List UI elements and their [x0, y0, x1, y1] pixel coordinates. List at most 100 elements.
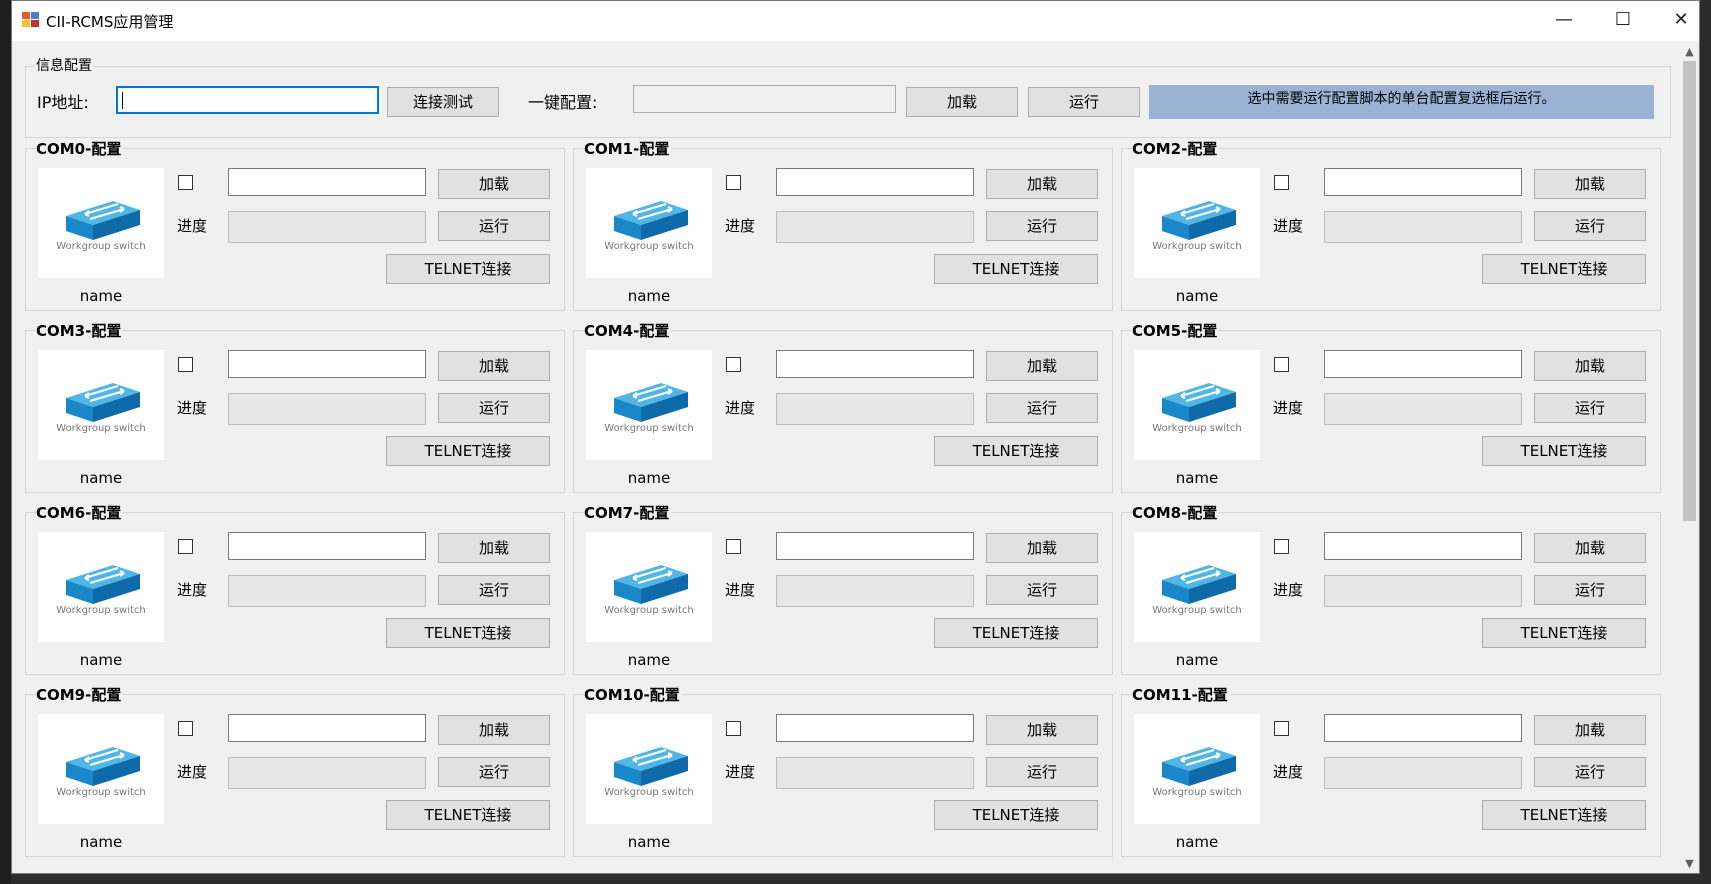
device-name-label: name — [627, 287, 671, 305]
telnet-connect-button[interactable]: TELNET连接 — [1482, 618, 1646, 648]
workgroup-switch-icon: Workgroup switch — [1134, 350, 1260, 460]
load-button[interactable]: 加载 — [1534, 715, 1646, 745]
run-button[interactable]: 运行 — [986, 575, 1098, 605]
progress-bar — [776, 757, 974, 789]
com-panel-title: COM6-配置 — [36, 502, 124, 523]
oneclick-config-field[interactable] — [633, 85, 896, 113]
run-button[interactable]: 运行 — [986, 211, 1098, 241]
script-file-input[interactable] — [776, 532, 974, 560]
run-select-checkbox[interactable] — [1274, 539, 1289, 554]
load-button[interactable]: 加载 — [438, 351, 550, 381]
run-button[interactable]: 运行 — [986, 393, 1098, 423]
progress-label: 进度 — [177, 763, 208, 781]
device-name-label: name — [79, 833, 123, 851]
run-select-checkbox[interactable] — [178, 357, 193, 372]
load-button[interactable]: 加载 — [1534, 169, 1646, 199]
run-button[interactable]: 运行 — [1534, 575, 1646, 605]
progress-bar — [228, 575, 426, 607]
load-button[interactable]: 加载 — [986, 533, 1098, 563]
script-file-input[interactable] — [228, 532, 426, 560]
script-file-input[interactable] — [1324, 168, 1522, 196]
telnet-connect-button[interactable]: TELNET连接 — [386, 254, 550, 284]
workgroup-switch-icon: Workgroup switch — [38, 168, 164, 278]
run-select-checkbox[interactable] — [1274, 175, 1289, 190]
info-config-legend: 信息配置 — [34, 55, 94, 75]
com-panel-title: COM2-配置 — [1132, 138, 1220, 159]
telnet-connect-button[interactable]: TELNET连接 — [1482, 254, 1646, 284]
run-select-checkbox[interactable] — [178, 721, 193, 736]
script-file-input[interactable] — [776, 350, 974, 378]
progress-label: 进度 — [725, 581, 756, 599]
progress-bar — [228, 393, 426, 425]
device-caption: Workgroup switch — [56, 423, 146, 434]
run-button[interactable]: 运行 — [438, 575, 550, 605]
progress-label: 进度 — [1273, 399, 1304, 417]
scroll-up-icon[interactable]: ▲ — [1680, 43, 1699, 61]
script-file-input[interactable] — [1324, 714, 1522, 742]
progress-bar — [1324, 575, 1522, 607]
oneclick-load-button[interactable]: 加载 — [906, 87, 1018, 117]
load-button[interactable]: 加载 — [438, 533, 550, 563]
run-select-checkbox[interactable] — [726, 721, 741, 736]
run-button[interactable]: 运行 — [438, 393, 550, 423]
com-panel-title: COM11-配置 — [1132, 684, 1230, 705]
telnet-connect-button[interactable]: TELNET连接 — [934, 254, 1098, 284]
oneclick-run-button[interactable]: 运行 — [1028, 87, 1140, 117]
run-button[interactable]: 运行 — [1534, 757, 1646, 787]
com-panel-title: COM1-配置 — [584, 138, 672, 159]
load-button[interactable]: 加载 — [986, 351, 1098, 381]
load-button[interactable]: 加载 — [1534, 533, 1646, 563]
run-button[interactable]: 运行 — [438, 757, 550, 787]
workgroup-switch-icon: Workgroup switch — [1134, 532, 1260, 642]
telnet-connect-button[interactable]: TELNET连接 — [934, 800, 1098, 830]
run-button[interactable]: 运行 — [986, 757, 1098, 787]
hint-message: 选中需要运行配置脚本的单台配置复选框后运行。 — [1149, 85, 1654, 119]
device-name-label: name — [79, 651, 123, 669]
progress-bar — [776, 575, 974, 607]
telnet-connect-button[interactable]: TELNET连接 — [1482, 800, 1646, 830]
script-file-input[interactable] — [228, 168, 426, 196]
maximize-button[interactable]: ☐ — [1594, 1, 1652, 41]
telnet-connect-button[interactable]: TELNET连接 — [386, 436, 550, 466]
run-select-checkbox[interactable] — [726, 539, 741, 554]
scroll-down-icon[interactable]: ▼ — [1680, 855, 1699, 873]
vertical-scrollbar[interactable]: ▲ ▼ — [1680, 41, 1699, 873]
telnet-connect-button[interactable]: TELNET连接 — [386, 618, 550, 648]
telnet-connect-button[interactable]: TELNET连接 — [1482, 436, 1646, 466]
connection-test-button[interactable]: 连接测试 — [387, 87, 499, 117]
script-file-input[interactable] — [228, 714, 426, 742]
run-button[interactable]: 运行 — [438, 211, 550, 241]
device-caption: Workgroup switch — [56, 787, 146, 798]
run-button[interactable]: 运行 — [1534, 393, 1646, 423]
script-file-input[interactable] — [1324, 532, 1522, 560]
load-button[interactable]: 加载 — [986, 169, 1098, 199]
close-button[interactable]: ✕ — [1652, 1, 1699, 41]
minimize-button[interactable]: — — [1535, 1, 1593, 41]
com-panel-title: COM3-配置 — [36, 320, 124, 341]
scrollbar-thumb[interactable] — [1683, 61, 1696, 521]
run-select-checkbox[interactable] — [726, 175, 741, 190]
main-content: 信息配置 IP地址: 连接测试 一键配置: 加载 运行 选中需要运行配置脚本的单… — [12, 41, 1682, 873]
run-select-checkbox[interactable] — [178, 539, 193, 554]
device-caption: Workgroup switch — [1152, 241, 1242, 252]
run-select-checkbox[interactable] — [1274, 357, 1289, 372]
run-button[interactable]: 运行 — [1534, 211, 1646, 241]
load-button[interactable]: 加载 — [438, 169, 550, 199]
script-file-input[interactable] — [776, 168, 974, 196]
load-button[interactable]: 加载 — [438, 715, 550, 745]
script-file-input[interactable] — [228, 350, 426, 378]
run-select-checkbox[interactable] — [178, 175, 193, 190]
device-name-label: name — [79, 469, 123, 487]
run-select-checkbox[interactable] — [726, 357, 741, 372]
telnet-connect-button[interactable]: TELNET连接 — [386, 800, 550, 830]
telnet-connect-button[interactable]: TELNET连接 — [934, 436, 1098, 466]
device-name-label: name — [1175, 651, 1219, 669]
telnet-connect-button[interactable]: TELNET连接 — [934, 618, 1098, 648]
load-button[interactable]: 加载 — [1534, 351, 1646, 381]
load-button[interactable]: 加载 — [986, 715, 1098, 745]
script-file-input[interactable] — [776, 714, 974, 742]
device-name-label: name — [627, 833, 671, 851]
ip-input[interactable] — [116, 86, 379, 114]
run-select-checkbox[interactable] — [1274, 721, 1289, 736]
script-file-input[interactable] — [1324, 350, 1522, 378]
